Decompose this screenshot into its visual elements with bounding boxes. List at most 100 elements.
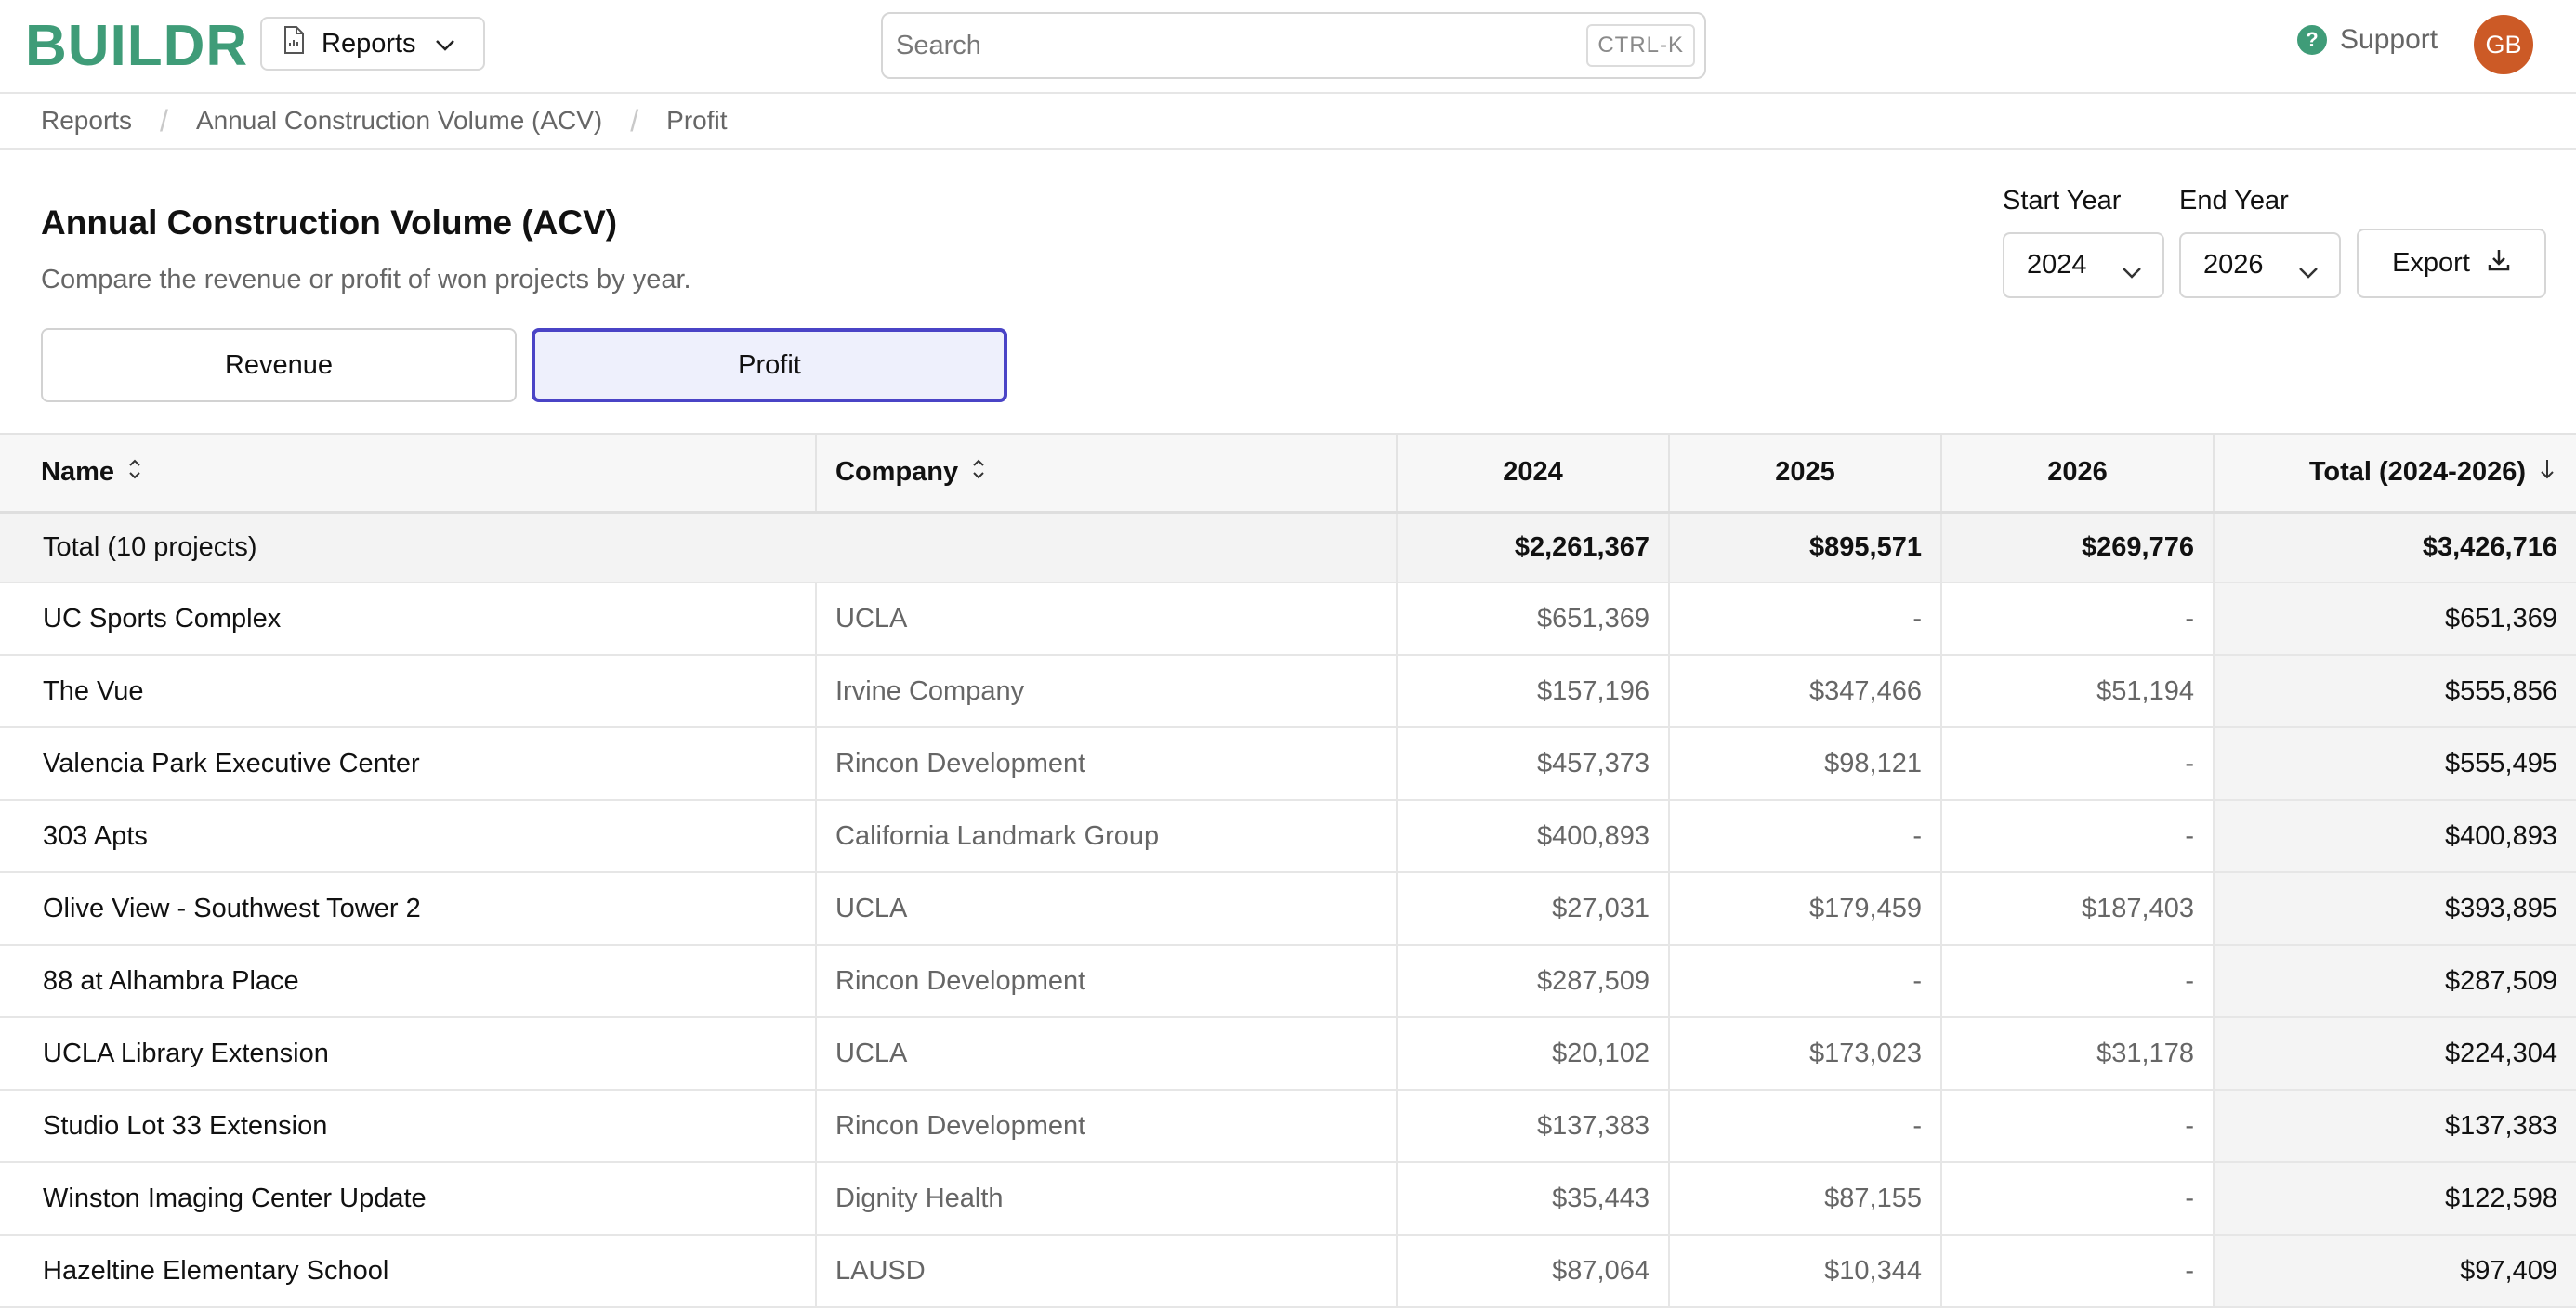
value-2026: - xyxy=(1940,945,2214,1018)
value-total: $651,369 xyxy=(2213,582,2576,656)
breadcrumb-item-reports[interactable]: Reports xyxy=(41,106,132,136)
table-row[interactable]: The Vue Irvine Company $157,196 $347,466 $51… xyxy=(0,655,2576,728)
table-row[interactable]: 88 at Alhambra Place Rincon Development $2… xyxy=(0,945,2576,1018)
table-row[interactable]: Hazeltine Elementary School LAUSD $87,064 $… xyxy=(0,1235,2576,1308)
value-2026: $187,403 xyxy=(1940,872,2214,946)
company-name: Dignity Health xyxy=(815,1162,1397,1236)
report-file-icon xyxy=(283,26,305,61)
arrow-down-icon xyxy=(2539,457,2556,489)
project-name[interactable]: Studio Lot 33 Extension xyxy=(0,1090,816,1163)
value-2025: $347,466 xyxy=(1668,655,1941,728)
table-row[interactable]: Olive View - Southwest Tower 2 UCLA $27,03… xyxy=(0,872,2576,946)
reports-menu-label: Reports xyxy=(322,28,416,59)
company-name: UCLA xyxy=(815,582,1397,656)
page-subtitle: Compare the revenue or profit of won pro… xyxy=(41,265,691,294)
value-total: $137,383 xyxy=(2213,1090,2576,1163)
start-year-select[interactable]: 2024 xyxy=(2003,232,2164,298)
value-total: $393,895 xyxy=(2213,872,2576,946)
project-name[interactable]: UC Sports Complex xyxy=(0,582,816,656)
sort-icon xyxy=(971,457,986,489)
value-2026: - xyxy=(1940,1235,2214,1308)
company-name: Rincon Development xyxy=(815,945,1397,1018)
project-name[interactable]: Valencia Park Executive Center xyxy=(0,727,816,801)
value-2026: - xyxy=(1940,800,2214,873)
end-year-select[interactable]: 2026 xyxy=(2179,232,2341,298)
project-name[interactable]: 303 Apts xyxy=(0,800,816,873)
column-header-2026[interactable]: 2026 xyxy=(1940,433,2214,514)
total-row-2026: $269,776 xyxy=(1940,512,2214,583)
end-year-label: End Year xyxy=(2179,186,2289,216)
profit-toggle-button[interactable]: Profit xyxy=(532,328,1007,402)
value-2025: $87,155 xyxy=(1668,1162,1941,1236)
value-total: $400,893 xyxy=(2213,800,2576,873)
value-total: $287,509 xyxy=(2213,945,2576,1018)
breadcrumb-item-acv[interactable]: Annual Construction Volume (ACV) xyxy=(196,106,602,136)
chevron-down-icon xyxy=(2122,256,2142,287)
company-name: UCLA xyxy=(815,1017,1397,1091)
acv-table: Name Company 2024 2025 2026 Total (2024-… xyxy=(0,433,2576,1308)
support-link[interactable]: ? Support xyxy=(2297,24,2438,56)
avatar[interactable]: GB xyxy=(2474,15,2533,74)
table-row[interactable]: Valencia Park Executive Center Rincon Dev… xyxy=(0,727,2576,801)
search-input[interactable]: Search CTRL-K xyxy=(881,12,1706,79)
column-header-total[interactable]: Total (2024-2026) xyxy=(2213,433,2576,514)
value-2024: $651,369 xyxy=(1396,582,1669,656)
breadcrumb-separator: / xyxy=(160,103,168,137)
value-2026: - xyxy=(1940,1090,2214,1163)
value-2025: $173,023 xyxy=(1668,1017,1941,1091)
project-name[interactable]: UCLA Library Extension xyxy=(0,1017,816,1091)
export-label: Export xyxy=(2392,248,2470,278)
column-header-name[interactable]: Name xyxy=(0,433,816,514)
table-row[interactable]: 303 Apts California Landmark Group $400,89… xyxy=(0,800,2576,873)
column-header-2024[interactable]: 2024 xyxy=(1396,433,1669,514)
column-header-company[interactable]: Company xyxy=(815,433,1397,514)
value-2024: $27,031 xyxy=(1396,872,1669,946)
value-2025: $98,121 xyxy=(1668,727,1941,801)
table-header-row: Name Company 2024 2025 2026 Total (2024-… xyxy=(0,433,2576,514)
table-row[interactable]: Winston Imaging Center Update Dignity Hea… xyxy=(0,1162,2576,1236)
search-placeholder: Search xyxy=(896,30,981,60)
help-icon: ? xyxy=(2297,25,2327,55)
column-header-2025[interactable]: 2025 xyxy=(1668,433,1941,514)
shortcut-badge: CTRL-K xyxy=(1586,24,1695,67)
value-total: $555,856 xyxy=(2213,655,2576,728)
breadcrumb: Reports / Annual Construction Volume (AC… xyxy=(0,94,2576,150)
chevron-down-icon xyxy=(435,29,455,59)
reports-menu-button[interactable]: Reports xyxy=(260,17,485,71)
project-name[interactable]: Hazeltine Elementary School xyxy=(0,1235,816,1308)
total-row: Total (10 projects) $2,261,367 $895,571 … xyxy=(0,512,2576,583)
total-row-name: Total (10 projects) xyxy=(0,512,816,583)
value-2024: $87,064 xyxy=(1396,1235,1669,1308)
sort-icon xyxy=(127,457,142,489)
logo[interactable]: BUILDR xyxy=(25,13,248,80)
project-name[interactable]: The Vue xyxy=(0,655,816,728)
page-title: Annual Construction Volume (ACV) xyxy=(41,203,618,242)
value-2024: $157,196 xyxy=(1396,655,1669,728)
export-button[interactable]: Export xyxy=(2357,229,2546,298)
table-row[interactable]: UC Sports Complex UCLA $651,369- - $651,369 xyxy=(0,582,2576,656)
company-name: Irvine Company xyxy=(815,655,1397,728)
value-2025: - xyxy=(1668,800,1941,873)
project-name[interactable]: 88 at Alhambra Place xyxy=(0,945,816,1018)
company-name: Rincon Development xyxy=(815,1090,1397,1163)
value-2024: $457,373 xyxy=(1396,727,1669,801)
breadcrumb-separator: / xyxy=(630,103,639,137)
table-row[interactable]: UCLA Library Extension UCLA $20,102 $173,02… xyxy=(0,1017,2576,1091)
value-2024: $20,102 xyxy=(1396,1017,1669,1091)
start-year-value: 2024 xyxy=(2027,250,2087,280)
value-total: $97,409 xyxy=(2213,1235,2576,1308)
value-2024: $137,383 xyxy=(1396,1090,1669,1163)
total-row-2024: $2,261,367 xyxy=(1396,512,1669,583)
chevron-down-icon xyxy=(2298,256,2319,287)
revenue-toggle-button[interactable]: Revenue xyxy=(41,328,517,402)
value-2025: - xyxy=(1668,582,1941,656)
project-name[interactable]: Olive View - Southwest Tower 2 xyxy=(0,872,816,946)
value-2024: $400,893 xyxy=(1396,800,1669,873)
table-row[interactable]: Studio Lot 33 Extension Rincon Developmen… xyxy=(0,1090,2576,1163)
project-name[interactable]: Winston Imaging Center Update xyxy=(0,1162,816,1236)
value-total: $122,598 xyxy=(2213,1162,2576,1236)
end-year-value: 2026 xyxy=(2203,250,2264,280)
total-row-total: $3,426,716 xyxy=(2213,512,2576,583)
value-total: $224,304 xyxy=(2213,1017,2576,1091)
value-total: $555,495 xyxy=(2213,727,2576,801)
